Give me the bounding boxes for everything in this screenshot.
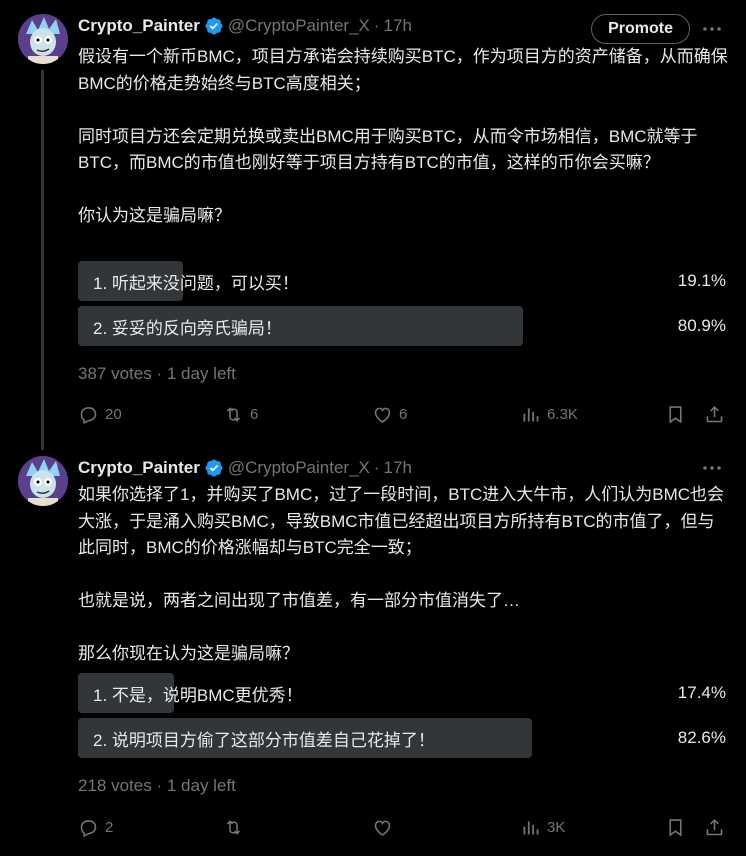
tweet-actions: 2 3K (78, 814, 728, 840)
verified-badge-icon (204, 16, 224, 36)
vote-count: 218 votes (78, 776, 152, 795)
display-name[interactable]: Crypto_Painter (78, 16, 200, 36)
reply-count: 20 (105, 405, 122, 423)
poll-option-label: 1. 听起来没问题，可以买！ (93, 273, 299, 293)
display-name[interactable]: Crypto_Painter (78, 458, 200, 478)
repost-button[interactable] (223, 814, 250, 840)
poll-option[interactable]: 2. 妥妥的反向旁氏骗局！ 80.9% (78, 306, 728, 346)
poll-option-percent: 17.4% (677, 683, 726, 702)
poll-option[interactable]: 2. 说明项目方偷了这部分市值差自己花掉了！ 82.6% (78, 718, 728, 758)
more-icon[interactable] (700, 17, 724, 41)
tweet-text: 假设有一个新币BMC，项目方承诺会持续购买BTC，作为项目方的资产储备，从而确保… (78, 44, 728, 230)
views-count: 3K (547, 818, 566, 836)
tweet-actions: 20 6 6 6.3K (78, 401, 728, 427)
views-button[interactable]: 6.3K (520, 401, 578, 427)
reply-icon (80, 406, 97, 424)
poll-option-percent: 80.9% (677, 316, 726, 335)
paragraph: 你认为这是骗局嘛？ (78, 206, 231, 225)
share-icon (706, 405, 723, 422)
time-separator: · (373, 16, 380, 35)
repost-count: 6 (250, 405, 259, 423)
poll-option-label: 2. 说明项目方偷了这部分市值差自己花掉了！ (93, 730, 435, 750)
avatar[interactable] (18, 14, 68, 64)
poll-option-percent: 19.1% (677, 271, 726, 290)
vote-count: 387 votes (78, 364, 152, 383)
timestamp[interactable]: 17h (384, 458, 412, 478)
handle[interactable]: @CryptoPainter_X (228, 458, 370, 478)
bookmark-button[interactable] (665, 814, 686, 840)
views-button[interactable]: 3K (520, 814, 565, 840)
poll-option[interactable]: 1. 听起来没问题，可以买！ 19.1% (78, 261, 728, 301)
paragraph: 那么你现在认为这是骗局嘛？ (78, 644, 299, 663)
poll: 1. 听起来没问题，可以买！ 19.1% 2. 妥妥的反向旁氏骗局！ 80.9% (78, 261, 728, 351)
share-button[interactable] (704, 814, 725, 840)
verified-badge-icon (204, 458, 224, 478)
poll: 1. 不是，说明BMC更优秀！ 17.4% 2. 说明项目方偷了这部分市值差自己… (78, 673, 728, 763)
handle[interactable]: @CryptoPainter_X (228, 16, 370, 36)
paragraph: 也就是说，两者之间出现了市值差，有一部分市值消失了… (78, 591, 520, 610)
reply-icon (80, 819, 97, 837)
like-button[interactable]: 6 (372, 401, 407, 427)
poll-option-label: 1. 不是，说明BMC更优秀！ (93, 685, 303, 705)
repost-button[interactable]: 6 (223, 401, 258, 427)
poll-meta: 218 votes · 1 day left (78, 776, 236, 796)
like-icon (374, 820, 391, 836)
views-icon (523, 407, 539, 421)
paragraph: 同时项目方还会定期兑换或卖出BMC用于购买BTC，从而令市场相信，BMC就等于B… (78, 126, 698, 173)
bookmark-icon (669, 818, 682, 836)
reply-button[interactable]: 2 (78, 814, 113, 840)
time-left: · 1 day left (156, 364, 236, 383)
paragraph: 假设有一个新币BMC，项目方承诺会持续购买BTC，作为项目方的资产储备，从而确保… (78, 47, 728, 93)
repost-icon (226, 406, 241, 422)
reply-button[interactable]: 20 (78, 401, 122, 427)
time-left: · 1 day left (156, 776, 236, 795)
like-count: 6 (399, 405, 408, 423)
promote-button[interactable]: Promote (591, 14, 690, 44)
poll-meta: 387 votes · 1 day left (78, 364, 236, 384)
tweet-1[interactable]: Crypto_Painter @CryptoPainter_X · 17h Pr… (0, 0, 746, 440)
like-button[interactable] (372, 814, 399, 840)
bookmark-icon (669, 405, 682, 423)
tweet-header: Crypto_Painter @CryptoPainter_X · 17h (78, 14, 412, 38)
avatar[interactable] (18, 456, 68, 506)
paragraph: 如果你选择了1，并购买了BMC，过了一段时间，BTC进入大牛市，人们认为BMC也… (78, 485, 725, 557)
share-icon (706, 818, 723, 835)
more-icon[interactable] (700, 456, 724, 480)
tweet-text: 如果你选择了1，并购买了BMC，过了一段时间，BTC进入大牛市，人们认为BMC也… (78, 482, 728, 668)
tweet-header: Crypto_Painter @CryptoPainter_X · 17h (78, 456, 412, 480)
tweet-2[interactable]: Crypto_Painter @CryptoPainter_X · 17h 如果… (0, 450, 746, 856)
poll-option-label: 2. 妥妥的反向旁氏骗局！ (93, 318, 282, 338)
views-count: 6.3K (547, 405, 578, 423)
repost-icon (226, 819, 241, 835)
like-icon (374, 407, 391, 423)
bookmark-button[interactable] (665, 401, 686, 427)
reply-count: 2 (105, 818, 114, 836)
timestamp[interactable]: 17h (384, 16, 412, 36)
poll-option-percent: 82.6% (677, 728, 726, 747)
time-separator: · (373, 458, 380, 477)
poll-option[interactable]: 1. 不是，说明BMC更优秀！ 17.4% (78, 673, 728, 713)
share-button[interactable] (704, 401, 725, 427)
views-icon (523, 820, 539, 834)
